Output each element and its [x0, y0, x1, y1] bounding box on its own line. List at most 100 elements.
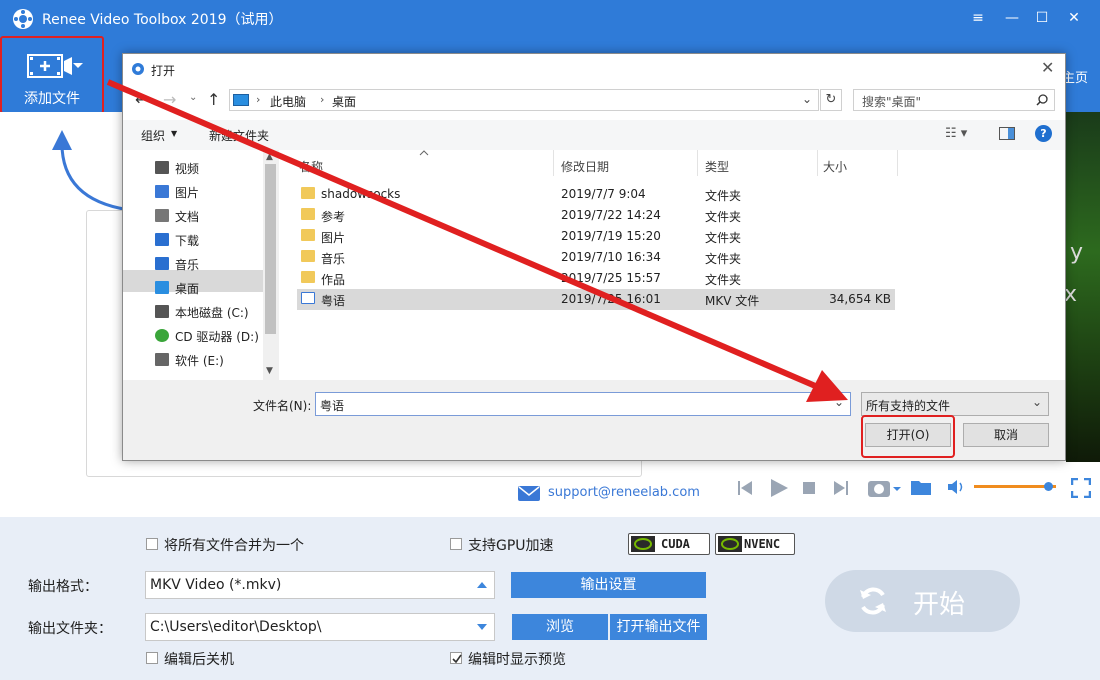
recent-dropdown-icon[interactable]: ⌄ [189, 92, 197, 103]
file-row[interactable]: 图片 2019/7/19 15:20 文件夹 [297, 226, 895, 247]
nav-item[interactable]: 本地磁盘 (C:) [155, 304, 249, 321]
shutdown-checkbox[interactable] [146, 652, 158, 664]
folder-icon [301, 271, 315, 283]
nav-item[interactable]: CD 驱动器 (D:) [155, 328, 259, 345]
new-folder-button[interactable]: 新建文件夹 [209, 127, 269, 144]
cancel-button[interactable]: 取消 [963, 423, 1049, 447]
address-dropdown-icon[interactable]: ⌄ [802, 92, 812, 106]
file-modified: 2019/7/25 16:01 [561, 292, 661, 306]
navpane-scrollbar[interactable]: ▲ ▼ [263, 150, 279, 380]
up-arrow-icon[interactable]: ↑ [207, 90, 220, 109]
preview-pane-icon[interactable] [999, 127, 1015, 140]
file-row[interactable]: 作品 2019/7/25 15:57 文件夹 [297, 268, 895, 289]
nav-item[interactable]: 下载 [155, 232, 199, 249]
open-output-folder-button[interactable]: 打开输出文件 [610, 614, 707, 640]
nav-item[interactable]: 桌面 [155, 280, 199, 297]
screenshot-camera-icon[interactable] [867, 477, 901, 499]
cd-drive-icon [155, 329, 169, 342]
menu-icon[interactable]: ≡ [966, 6, 990, 30]
video-icon [155, 161, 169, 174]
stop-icon[interactable] [803, 482, 815, 494]
filename-dropdown-icon[interactable]: ⌄ [834, 395, 844, 409]
gpu-accel-checkbox[interactable] [450, 538, 462, 550]
output-format-select[interactable]: MKV Video (*.mkv) [145, 571, 495, 599]
cuda-badge: CUDA [628, 533, 710, 555]
organize-menu[interactable]: 组织 [141, 127, 165, 144]
play-icon[interactable] [769, 478, 789, 498]
maximize-button[interactable]: ☐ [1030, 6, 1054, 30]
column-size[interactable]: 大小 [823, 158, 847, 175]
add-file-label: 添加文件 [24, 91, 80, 107]
file-type: MKV 文件 [705, 294, 760, 308]
nav-item[interactable]: 软件 (E:) [155, 352, 224, 369]
file-row[interactable]: shadowsocks 2019/7/7 9:04 文件夹 [297, 184, 895, 205]
start-button[interactable]: 开始 [825, 570, 1020, 632]
nav-item[interactable]: 文档 [155, 208, 199, 225]
picture-icon [155, 185, 169, 198]
scrollbar-thumb[interactable] [265, 164, 276, 334]
scroll-down-icon[interactable]: ▼ [266, 366, 273, 376]
previous-icon[interactable] [737, 480, 753, 496]
file-type: 文件夹 [705, 273, 742, 287]
file-row[interactable]: 粤语 2019/7/25 16:01 MKV 文件 34,654 KB [297, 289, 895, 310]
search-input[interactable]: 搜索"桌面" [853, 89, 1055, 111]
view-options-icon[interactable]: ☷ ▾ [945, 126, 967, 141]
add-file-button[interactable]: 添加文件 [0, 36, 104, 114]
close-button[interactable]: ✕ [1062, 6, 1086, 30]
shutdown-label: 编辑后关机 [164, 652, 234, 668]
column-type[interactable]: 类型 [705, 158, 729, 175]
back-arrow-icon[interactable]: ← [135, 90, 148, 109]
volume-slider-thumb[interactable] [1043, 482, 1053, 491]
cuda-label: CUDA [661, 537, 690, 551]
nav-item-label: 本地磁盘 (C:) [175, 306, 249, 320]
output-settings-button[interactable]: 输出设置 [511, 572, 706, 598]
nav-item[interactable]: 视频 [155, 160, 199, 177]
column-name[interactable]: 名称 [299, 158, 323, 175]
show-preview-label: 编辑时显示预览 [468, 652, 566, 668]
breadcrumb-folder[interactable]: 桌面 [332, 93, 356, 110]
file-type: 文件夹 [705, 231, 742, 245]
support-link[interactable]: support@reneelab.com [548, 485, 700, 500]
file-modified: 2019/7/10 16:34 [561, 250, 661, 264]
help-icon[interactable]: ? [1035, 125, 1052, 142]
browse-button[interactable]: 浏览 [512, 614, 608, 640]
next-icon[interactable] [833, 480, 849, 496]
file-modified: 2019/7/22 14:24 [561, 208, 661, 222]
drive-icon [155, 353, 169, 366]
dialog-close-icon[interactable]: ✕ [1041, 58, 1054, 77]
nav-item[interactable]: 音乐 [155, 256, 200, 273]
show-preview-checkbox[interactable] [450, 652, 462, 664]
breadcrumb-root[interactable]: 此电脑 [270, 93, 306, 110]
nav-item[interactable]: 图片 [155, 184, 199, 201]
mail-icon [518, 486, 540, 501]
output-format-value: MKV Video (*.mkv) [150, 577, 282, 593]
search-placeholder: 搜索"桌面" [862, 95, 922, 109]
navigation-pane [123, 150, 281, 380]
folder-icon [301, 187, 315, 199]
video-file-icon [301, 292, 315, 304]
address-bar[interactable]: › 此电脑 › 桌面 ⌄ [229, 89, 819, 111]
file-row[interactable]: 音乐 2019/7/10 16:34 文件夹 [297, 247, 895, 268]
nav-item-label: 音乐 [175, 258, 200, 272]
output-folder-input[interactable]: C:\Users\editor\Desktop\ [145, 613, 495, 641]
nvidia-logo-icon [718, 536, 742, 552]
file-modified: 2019/7/25 15:57 [561, 271, 661, 285]
column-modified[interactable]: 修改日期 [561, 158, 609, 175]
add-video-icon [27, 54, 83, 78]
computer-icon [233, 94, 249, 106]
scroll-up-icon[interactable]: ▲ [266, 152, 273, 162]
refresh-icon[interactable]: ↻ [820, 89, 842, 111]
filename-input[interactable]: 粤语 ⌄ [315, 392, 851, 416]
filetype-select[interactable]: 所有支持的文件 ⌄ [861, 392, 1049, 416]
fullscreen-icon[interactable] [1071, 478, 1091, 498]
nvenc-badge: NVENC [715, 533, 795, 555]
forward-arrow-icon[interactable]: → [163, 90, 176, 109]
video-preview: y x [1064, 112, 1100, 462]
minimize-button[interactable]: — [1000, 6, 1024, 30]
volume-icon[interactable] [947, 479, 965, 495]
file-row[interactable]: 参考 2019/7/22 14:24 文件夹 [297, 205, 895, 226]
merge-all-checkbox[interactable] [146, 538, 158, 550]
folder-icon[interactable] [910, 478, 932, 496]
volume-slider[interactable] [974, 482, 1056, 491]
file-modified: 2019/7/7 9:04 [561, 187, 646, 201]
